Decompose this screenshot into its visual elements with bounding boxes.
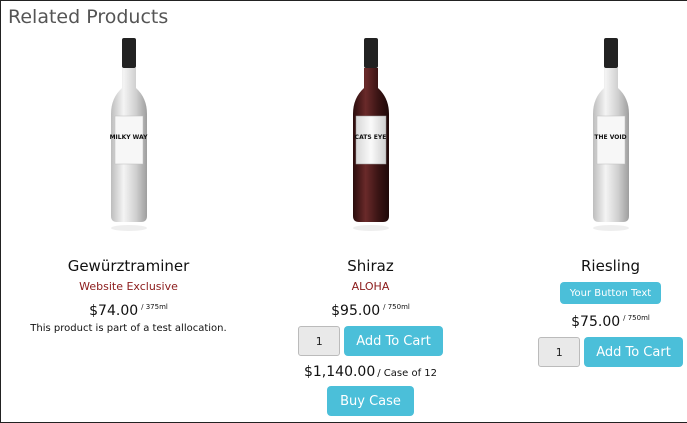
product-name[interactable]: Gewürztraminer bbox=[14, 257, 243, 275]
allocation-note: This product is part of a test allocatio… bbox=[30, 323, 227, 334]
cart-row: Add To Cart bbox=[256, 326, 485, 356]
price: $75.00 bbox=[571, 314, 621, 330]
quantity-input[interactable] bbox=[298, 326, 341, 356]
bottle-label-text: CATS EYE bbox=[354, 134, 387, 141]
product-card-riesling: THE VOID Riesling Your Button Text $75.0… bbox=[496, 36, 687, 367]
bottle-image[interactable]: CATS EYE bbox=[331, 36, 411, 246]
wine-bottle-icon bbox=[592, 38, 629, 231]
product-name[interactable]: Riesling bbox=[496, 257, 687, 275]
wine-bottle-icon bbox=[110, 38, 147, 231]
product-name[interactable]: Shiraz bbox=[256, 257, 485, 275]
product-subtitle: Website Exclusive bbox=[79, 280, 178, 293]
price-line: $95.00/ 750ml bbox=[256, 303, 485, 319]
bottle-label-text: MILKY WAY bbox=[109, 134, 148, 141]
product-card-gewurztraminer: MILKY WAY Gewürztraminer Website Exclusi… bbox=[14, 36, 243, 334]
case-suffix: / Case of 12 bbox=[377, 368, 437, 379]
section-title: Related Products bbox=[8, 6, 169, 28]
unit-size: / 750ml bbox=[383, 303, 410, 312]
add-to-cart-button[interactable]: Add To Cart bbox=[344, 326, 443, 356]
wine-bottle-icon bbox=[352, 38, 389, 231]
bottle-image[interactable]: MILKY WAY bbox=[89, 36, 169, 246]
bottle-label-text: THE VOID bbox=[594, 134, 627, 141]
case-price: $1,140.00 bbox=[303, 364, 376, 380]
add-to-cart-button[interactable]: Add To Cart bbox=[584, 337, 683, 367]
bottle-image[interactable]: THE VOID bbox=[571, 36, 651, 246]
price-line: $74.00/ 375ml bbox=[14, 303, 243, 319]
unit-size: / 375ml bbox=[141, 303, 168, 312]
price: $74.00 bbox=[89, 303, 139, 319]
price-line: $75.00/ 750ml bbox=[496, 314, 687, 330]
price: $95.00 bbox=[331, 303, 381, 319]
unit-size: / 750ml bbox=[623, 314, 650, 323]
product-card-shiraz: CATS EYE Shiraz ALOHA $95.00/ 750ml Add … bbox=[256, 36, 485, 416]
buy-case-button[interactable]: Buy Case bbox=[327, 386, 414, 416]
cart-row: Add To Cart bbox=[496, 337, 687, 367]
product-subtitle: ALOHA bbox=[351, 280, 390, 293]
custom-action-button[interactable]: Your Button Text bbox=[559, 282, 662, 304]
quantity-input[interactable] bbox=[538, 337, 581, 367]
case-price-line: $1,140.00/ Case of 12 bbox=[256, 364, 485, 380]
